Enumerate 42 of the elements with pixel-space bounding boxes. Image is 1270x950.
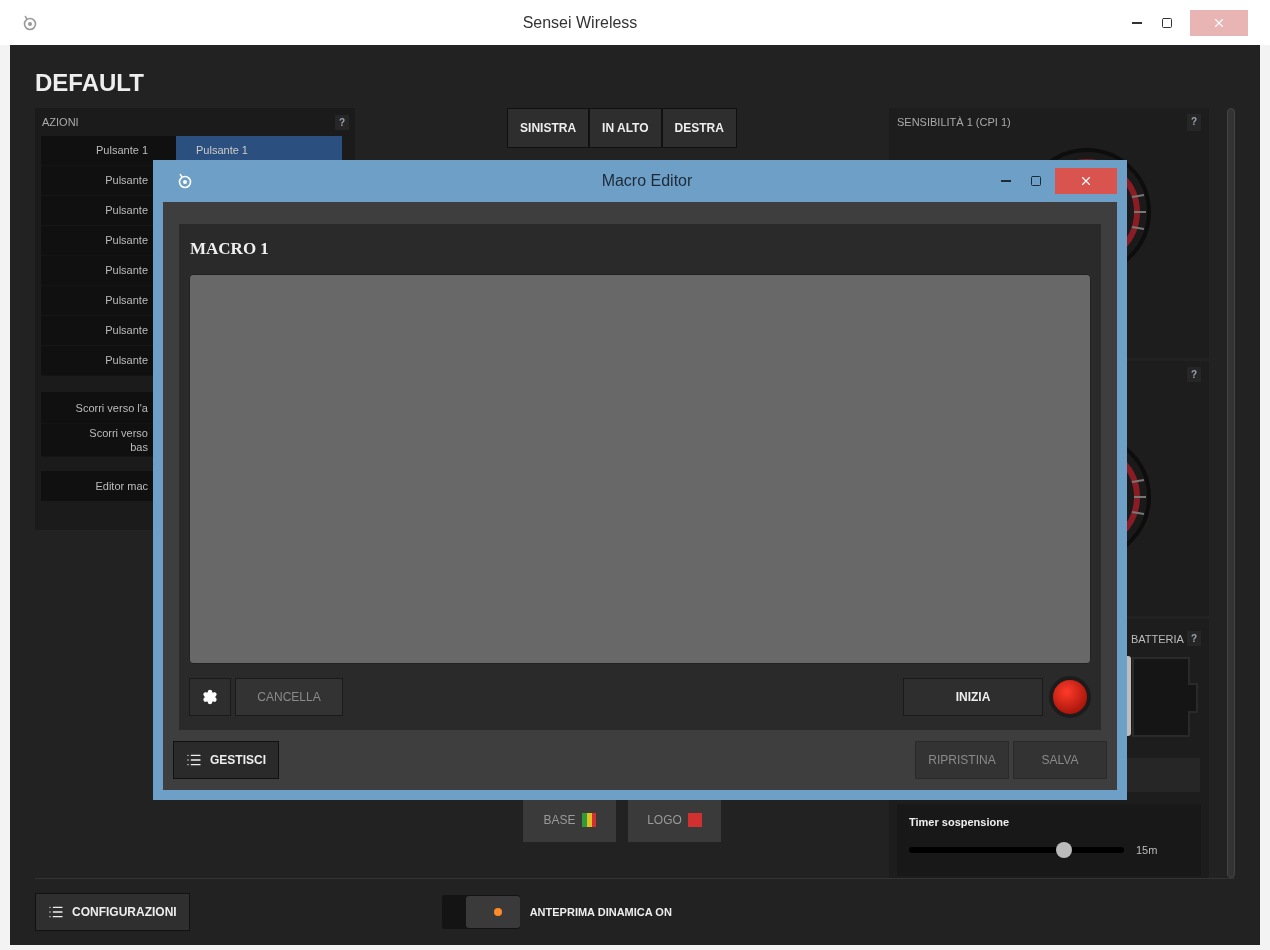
settings-icon [202,689,218,705]
panel-title: SENSIBILITÀ 1 (CPI 1) [897,115,1011,130]
timer-value: 15m [1136,843,1158,858]
action-row[interactable]: Pulsante 1 [41,136,176,165]
view-tab[interactable]: IN ALTO [590,109,661,147]
settings-button[interactable] [189,678,231,716]
help-mark[interactable]: ? [334,114,349,130]
lighting-zone-button[interactable]: LOGO [628,797,721,842]
help-mark[interactable]: ? [1186,367,1201,382]
configurations-button[interactable]: CONFIGURAZIONI [35,893,190,931]
maximize-icon [1161,16,1173,29]
timer-slider[interactable] [909,842,1124,859]
list-icon [48,904,64,920]
preview-label: ANTEPRIMA DINAMICA ON [529,904,672,920]
status-light-icon [493,908,502,916]
color-swatch-icon [687,812,702,827]
panel-title: BATTERIA [1130,632,1184,647]
view-tab[interactable]: SINISTRA [508,109,589,147]
maximize-icon [1030,175,1042,187]
color-swatch-icon [581,812,596,827]
timer-slider-thumb[interactable] [1055,842,1072,859]
panel-title: AZIONI [42,114,79,130]
timer-label: Timer sospensione [909,814,1011,830]
close-icon [1079,174,1093,188]
app-logo-icon [22,14,38,31]
preview-toggle[interactable] [441,895,520,929]
dialog-title: Macro Editor [600,171,694,191]
macro-name: MACRO 1 [189,238,270,261]
profile-name: DEFAULT [35,68,145,98]
record-button[interactable]: INIZIA [903,678,1043,716]
help-mark[interactable]: ? [1186,631,1201,646]
window-title: Sensei Wireless [521,12,639,33]
record-light-icon [1049,676,1091,718]
view-tab[interactable]: DESTRA [662,109,736,147]
manage-button[interactable]: GESTISCI [173,741,279,779]
help-mark[interactable]: ? [1186,114,1201,131]
lighting-zone-button[interactable]: BASE [523,797,616,842]
app-logo-icon [177,173,193,189]
minimize-icon [1001,180,1011,182]
minimize-icon [1132,21,1142,24]
list-icon [186,752,202,768]
scrollbar[interactable] [1227,108,1235,878]
